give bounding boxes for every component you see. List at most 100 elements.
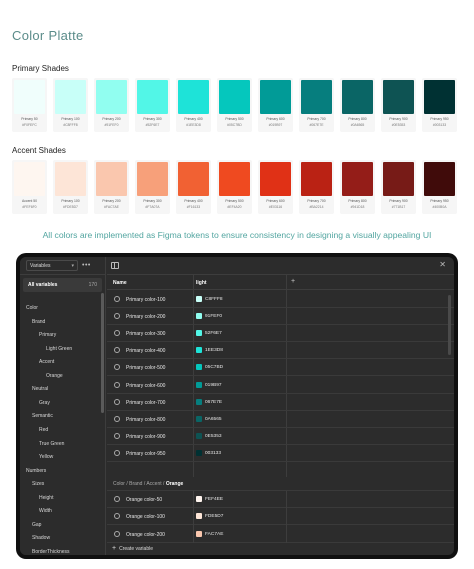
variable-value[interactable]: 05C7BD bbox=[205, 365, 223, 370]
variable-value[interactable]: 0A6565 bbox=[205, 417, 222, 422]
sidebar-group-item[interactable]: Neutral bbox=[32, 386, 48, 392]
sidebar-group-item[interactable]: BorderThickness bbox=[32, 549, 70, 555]
variable-row[interactable]: Primary color-950 003133 bbox=[107, 445, 454, 462]
sidebar-group-item[interactable]: Yellow bbox=[39, 454, 53, 460]
variable-name[interactable]: Primary color-100 bbox=[126, 297, 165, 303]
variable-row[interactable]: Primary color-100 C8FFF8 bbox=[107, 291, 454, 308]
variable-row[interactable]: Primary color-300 52F6E7 bbox=[107, 325, 454, 343]
variable-row[interactable]: Primary color-700 067E7E bbox=[107, 394, 454, 411]
color-value-chip[interactable] bbox=[196, 432, 202, 439]
color-value-chip[interactable] bbox=[196, 449, 202, 456]
variable-row[interactable]: Primary color-200 91FEF0 bbox=[107, 308, 454, 326]
color-value-chip[interactable] bbox=[196, 381, 202, 388]
color-value-chip[interactable] bbox=[196, 415, 202, 422]
variable-value[interactable]: 067E7E bbox=[205, 400, 222, 405]
swatch-chip bbox=[96, 80, 127, 114]
variable-row[interactable]: Primary color-500 05C7BD bbox=[107, 359, 454, 377]
variable-name[interactable]: Primary color-900 bbox=[126, 434, 165, 440]
swatch-chip bbox=[260, 162, 291, 196]
variable-value[interactable]: 003133 bbox=[205, 451, 221, 456]
variable-name[interactable]: Primary color-400 bbox=[126, 348, 165, 354]
color-value-chip[interactable] bbox=[196, 313, 202, 320]
table-scrollbar[interactable] bbox=[448, 295, 451, 355]
sidebar-scrollbar[interactable] bbox=[101, 293, 104, 413]
variable-value[interactable]: 0E5353 bbox=[205, 434, 222, 439]
variable-name[interactable]: Orange color-50 bbox=[126, 497, 162, 503]
sidebar-group-item[interactable]: Semantic bbox=[32, 413, 53, 419]
variable-name[interactable]: Orange color-100 bbox=[126, 514, 165, 520]
swatch-name: Primary 100 bbox=[61, 117, 80, 121]
sidebar-group-item[interactable]: Red bbox=[39, 427, 48, 433]
variable-name[interactable]: Primary color-500 bbox=[126, 365, 165, 371]
swatch-chip bbox=[424, 162, 455, 196]
color-variable-icon bbox=[114, 513, 120, 520]
add-mode-button[interactable]: + bbox=[291, 278, 295, 285]
sidebar-group-item[interactable]: Height bbox=[39, 495, 53, 501]
sidebar-group-item[interactable]: Shadow bbox=[32, 535, 50, 541]
color-swatch: Primary 900 #0E5353 bbox=[381, 78, 416, 132]
variable-name[interactable]: Primary color-950 bbox=[126, 451, 165, 457]
variable-row[interactable]: Orange color-50 FEF4EE bbox=[107, 491, 454, 508]
color-value-chip[interactable] bbox=[196, 296, 202, 302]
variable-name[interactable]: Primary color-200 bbox=[126, 314, 165, 320]
color-value-chip[interactable] bbox=[196, 364, 202, 371]
color-value-chip[interactable] bbox=[196, 398, 202, 405]
color-value-chip[interactable] bbox=[196, 330, 202, 337]
variable-name[interactable]: Primary color-800 bbox=[126, 417, 165, 423]
variable-value[interactable]: 52F6E7 bbox=[205, 331, 222, 336]
swatch-name: Primary 300 bbox=[143, 199, 162, 203]
variable-row[interactable]: Orange color-100 FDE5D7 bbox=[107, 508, 454, 526]
variable-name[interactable]: Primary color-700 bbox=[126, 400, 165, 406]
create-variable-button[interactable]: + Create variable bbox=[112, 545, 153, 552]
variable-value[interactable]: FDE5D7 bbox=[205, 514, 223, 519]
sidebar-group-item[interactable]: Brand bbox=[32, 319, 45, 325]
sidebar-group-item[interactable]: True Green bbox=[39, 441, 64, 447]
swatch-hex: #0A6565 bbox=[350, 123, 365, 127]
variable-row[interactable]: Primary color-900 0E5353 bbox=[107, 428, 454, 445]
variable-value[interactable]: 019B97 bbox=[205, 383, 222, 388]
sidebar-group-item[interactable]: Gray bbox=[39, 400, 50, 406]
variable-value[interactable]: FEF4EE bbox=[205, 497, 223, 502]
sidebar-group-item[interactable]: Width bbox=[39, 508, 52, 514]
sidebar-group-item[interactable]: Numbers bbox=[26, 468, 46, 474]
color-value-chip[interactable] bbox=[196, 496, 202, 502]
swatch-hex: #FDE5D7 bbox=[63, 205, 78, 209]
variable-row[interactable]: Primary color-600 019B97 bbox=[107, 377, 454, 394]
variable-value[interactable]: FAC7AE bbox=[205, 532, 223, 537]
variable-value[interactable]: C8FFF8 bbox=[205, 297, 223, 302]
swatch-chip bbox=[342, 80, 373, 114]
color-variable-icon bbox=[114, 415, 120, 422]
variable-name[interactable]: Primary color-600 bbox=[126, 383, 165, 389]
swatch-hex: #05C7BD bbox=[227, 123, 242, 127]
column-divider bbox=[193, 491, 194, 543]
swatch-hex: #FAC7AE bbox=[104, 205, 119, 209]
variable-name[interactable]: Primary color-300 bbox=[126, 331, 165, 337]
sidebar-group-item[interactable]: Orange bbox=[46, 373, 63, 379]
sidebar-group-item[interactable]: Accent bbox=[39, 359, 54, 365]
collection-select[interactable]: Variables ▾ bbox=[26, 260, 78, 271]
variable-value[interactable]: 1EE3D8 bbox=[205, 348, 223, 353]
color-value-chip[interactable] bbox=[196, 530, 202, 537]
color-value-chip[interactable] bbox=[196, 347, 202, 354]
swatch-chip bbox=[96, 162, 127, 196]
color-value-chip[interactable] bbox=[196, 513, 202, 520]
sidebar-toggle-icon[interactable] bbox=[111, 262, 119, 269]
variable-row[interactable]: Primary color-800 0A6565 bbox=[107, 411, 454, 428]
sidebar-group-item[interactable]: Gap bbox=[32, 522, 41, 528]
variable-name[interactable]: Orange color-200 bbox=[126, 532, 165, 538]
variable-row[interactable]: Orange color-200 FAC7AE bbox=[107, 526, 454, 543]
sidebar-group-item[interactable]: Sizes bbox=[32, 481, 44, 487]
sidebar-group-item[interactable]: Light Green bbox=[46, 346, 72, 352]
column-header-light[interactable]: light bbox=[196, 280, 207, 286]
close-icon[interactable]: ✕ bbox=[439, 260, 446, 269]
variable-row[interactable]: Primary color-400 1EE3D8 bbox=[107, 342, 454, 360]
color-variable-icon bbox=[114, 449, 120, 456]
sidebar-group-item[interactable]: Color bbox=[26, 305, 38, 311]
sidebar-item-all-variables[interactable]: All variables 170 bbox=[23, 278, 102, 292]
sidebar-group-item[interactable]: Primary bbox=[39, 332, 56, 338]
variable-value[interactable]: 91FEF0 bbox=[205, 314, 222, 319]
more-options-icon[interactable]: ••• bbox=[82, 262, 91, 269]
swatch-hex: #FEF6F0 bbox=[22, 205, 37, 209]
table-toolbar: ✕ bbox=[107, 257, 454, 275]
color-swatch: Accent 50 #FEF6F0 bbox=[12, 160, 47, 214]
